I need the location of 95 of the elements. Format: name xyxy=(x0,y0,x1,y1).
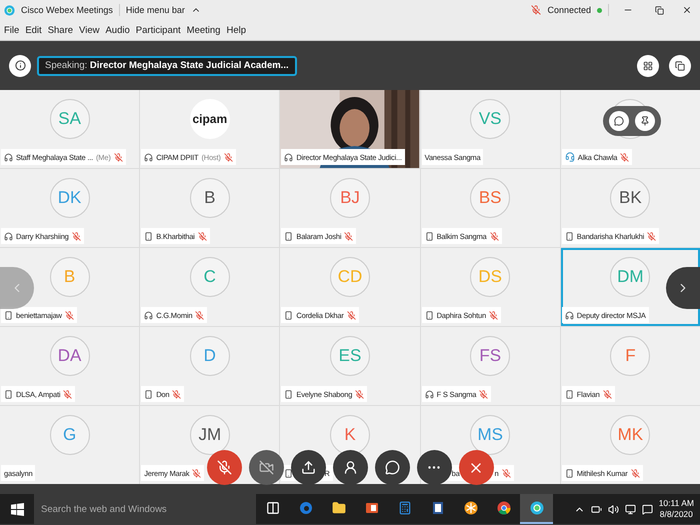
avatar-initials: BJ xyxy=(330,178,370,218)
menu-item[interactable]: Meeting xyxy=(186,24,220,36)
avatar-initials: DA xyxy=(50,336,90,376)
avatar-initials: ES xyxy=(330,336,370,376)
calculator-icon xyxy=(398,501,412,515)
avatar-initials: C xyxy=(190,257,230,297)
webex-icon xyxy=(530,501,544,515)
hide-menu-bar-link[interactable]: Hide menu bar xyxy=(126,5,185,15)
info-button[interactable] xyxy=(9,54,31,76)
chat-button[interactable] xyxy=(608,111,629,131)
phone-icon xyxy=(144,390,154,398)
clock-date: 8/8/2020 xyxy=(660,509,693,520)
network-icon[interactable] xyxy=(624,504,636,514)
menu-item[interactable]: Share xyxy=(48,24,74,36)
restore-icon[interactable] xyxy=(655,6,664,14)
info-icon xyxy=(14,60,26,71)
avatar-initials: VS xyxy=(470,99,510,139)
task-view-icon xyxy=(266,501,280,515)
next-page-button[interactable] xyxy=(666,267,700,309)
share-icon xyxy=(300,460,316,475)
avatar-initials: CD xyxy=(330,257,370,297)
menu-item[interactable]: Audio xyxy=(105,24,130,36)
pin-icon xyxy=(640,116,650,126)
avatar-initials: B xyxy=(190,178,230,218)
window-title: Cisco Webex Meetings xyxy=(21,5,113,15)
phone-icon xyxy=(424,232,434,240)
phone-icon xyxy=(284,390,294,398)
avatar-initials: BK xyxy=(610,178,650,218)
pin-button[interactable] xyxy=(634,111,655,131)
phone-icon xyxy=(284,232,294,240)
headset-icon xyxy=(564,152,575,162)
phone-icon xyxy=(564,390,574,398)
muted-mic-icon xyxy=(531,5,542,15)
menu-item[interactable]: Edit xyxy=(25,24,42,36)
logo: cipam xyxy=(190,99,230,139)
avatar-initials: B xyxy=(50,257,90,297)
menu-item[interactable]: Help xyxy=(226,24,246,36)
avatar-initials: DS xyxy=(470,257,510,297)
headset-icon xyxy=(4,152,13,162)
speaking-indicator: Speaking: Director Meghalaya State Judicial Academ... xyxy=(37,56,297,76)
edge-icon xyxy=(298,501,312,515)
phone-icon xyxy=(564,232,574,240)
headset-icon xyxy=(144,310,154,320)
document-icon xyxy=(430,501,444,515)
avatar-initials: SA xyxy=(50,99,90,139)
avatar-initials: G xyxy=(50,415,90,455)
avatar-initials: DM xyxy=(610,257,650,297)
avatar-initials: F xyxy=(610,336,650,376)
grid-icon xyxy=(643,60,653,70)
avatar-initials: K xyxy=(330,415,370,455)
chat-icon xyxy=(614,116,624,126)
avatar-initials: JM xyxy=(190,415,230,455)
phone-icon xyxy=(144,232,154,240)
chat-icon xyxy=(384,460,400,475)
avatar-initials: FS xyxy=(470,336,510,376)
headset-icon xyxy=(564,310,574,320)
windows-logo-icon xyxy=(10,502,24,516)
phone-icon xyxy=(564,468,574,478)
mic-off-icon xyxy=(216,460,232,475)
connection-status: Connected xyxy=(547,5,591,15)
phone-icon xyxy=(284,468,294,478)
grid-view-button[interactable] xyxy=(637,54,659,76)
chrome-icon xyxy=(496,501,510,515)
folder-icon xyxy=(332,501,346,515)
more-icon xyxy=(428,466,440,469)
snowflake-icon xyxy=(464,501,478,515)
notifications-icon[interactable] xyxy=(642,504,653,514)
avatar-initials: D xyxy=(190,336,230,376)
phone-icon xyxy=(4,310,13,320)
phone-icon xyxy=(424,310,434,320)
window-button[interactable] xyxy=(669,54,691,76)
webex-logo-icon xyxy=(4,4,15,16)
phone-icon xyxy=(284,310,294,320)
presentation-icon xyxy=(364,501,378,515)
participants-icon xyxy=(342,460,358,475)
volume-icon[interactable] xyxy=(608,504,619,514)
headset-icon xyxy=(4,232,13,240)
avatar-initials: BS xyxy=(470,178,510,218)
avatar-initials: MK xyxy=(610,415,650,455)
headset-icon xyxy=(424,390,434,398)
battery-icon[interactable] xyxy=(590,504,602,514)
search-field[interactable]: Search the web and Windows xyxy=(34,494,256,524)
phone-icon xyxy=(4,390,13,398)
headset-icon xyxy=(284,152,294,162)
avatar-initials: DK xyxy=(50,178,90,218)
avatar-initials: MS xyxy=(470,415,510,455)
menu-item[interactable]: Participant xyxy=(136,24,181,36)
status-dot-icon xyxy=(597,8,602,12)
close-icon[interactable] xyxy=(682,5,692,15)
clock-time: 10:11 AM xyxy=(658,498,694,509)
windows-icon xyxy=(675,60,685,70)
menu-item[interactable]: View xyxy=(79,24,100,36)
headset-icon xyxy=(144,152,154,162)
menu-item[interactable]: File xyxy=(4,24,20,36)
video-off-icon xyxy=(258,460,274,475)
